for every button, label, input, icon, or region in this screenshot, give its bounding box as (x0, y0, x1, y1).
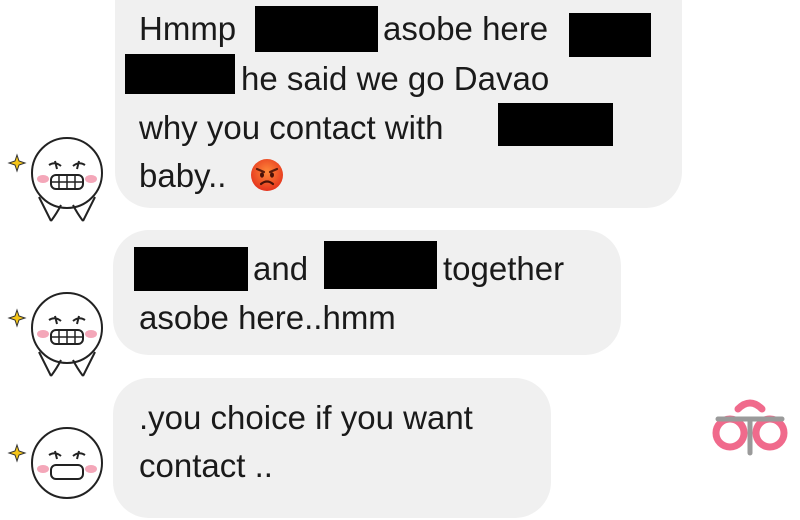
sparkle-icon (7, 443, 27, 463)
smiling-sticker-avatar[interactable] (5, 290, 115, 385)
redacted-block (569, 13, 651, 57)
angry-face-emoji (251, 159, 283, 191)
message-bubble[interactable]: .you choice if you want contact .. (113, 378, 551, 518)
message-text: baby.. (139, 157, 227, 194)
message-text: he said we go Davao (241, 60, 550, 97)
redacted-block (324, 241, 437, 289)
message-bubble[interactable]: and together asobe here..hmm (113, 230, 621, 355)
pink-watermark-logo (712, 399, 788, 456)
redacted-block (498, 103, 613, 146)
message-text: contact .. (139, 447, 273, 484)
message-text: together (443, 250, 565, 287)
message-text: asobe here..hmm (139, 299, 396, 336)
redacted-block (125, 54, 235, 94)
redacted-block (134, 247, 248, 291)
sparkle-icon (7, 308, 27, 328)
message-text: asobe here (383, 10, 549, 47)
smiling-sticker-avatar[interactable] (5, 135, 115, 230)
message-bubble[interactable]: Hmmp asobe here he said we go Davao why … (115, 0, 682, 208)
sparkle-icon (7, 153, 27, 173)
message-text: .you choice if you want (139, 399, 473, 436)
smiling-sticker-avatar[interactable] (5, 425, 115, 520)
message-text: and (253, 250, 309, 287)
message-text: Hmmp (139, 10, 237, 47)
message-text: why you contact with (139, 109, 444, 146)
redacted-block (255, 6, 378, 52)
